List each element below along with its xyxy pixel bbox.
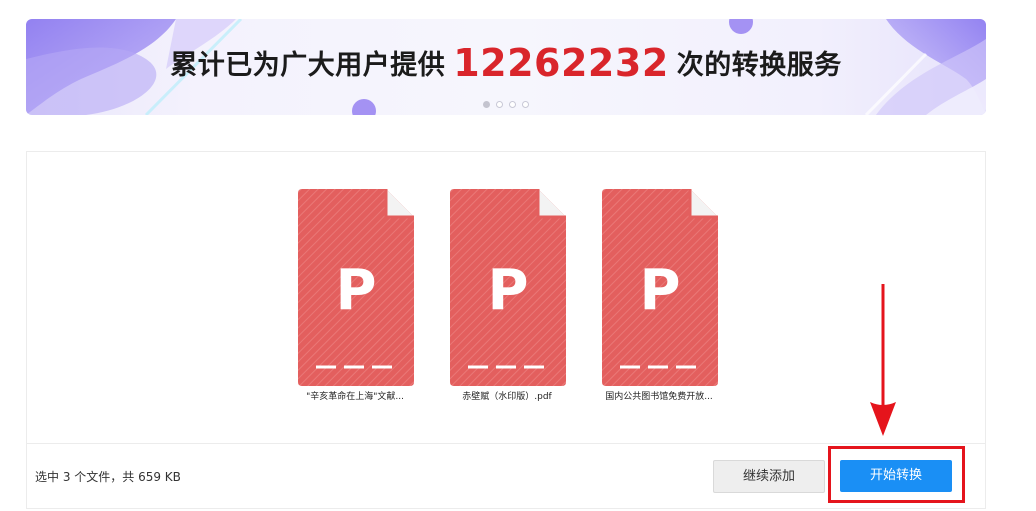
conversion-count: 12262232 — [453, 41, 669, 85]
pdf-file-icon: P — [294, 187, 416, 387]
banner-suffix: 次的转换服务 — [676, 50, 842, 81]
svg-text:P: P — [639, 258, 680, 323]
svg-text:P: P — [487, 258, 528, 323]
selection-summary: 选中 3 个文件，共 659 KB — [35, 470, 181, 484]
carousel-dots — [26, 101, 986, 108]
svg-text:P: P — [335, 258, 376, 323]
banner-prefix: 累计已为广大用户提供 — [170, 50, 446, 81]
carousel-dot[interactable] — [496, 101, 503, 108]
promo-banner[interactable]: 累计已为广大用户提供 12262232 次的转换服务 — [26, 19, 986, 115]
start-convert-button[interactable]: 开始转换 — [840, 460, 952, 492]
pdf-file-icon: P — [446, 187, 568, 387]
carousel-dot[interactable] — [522, 101, 529, 108]
divider — [27, 443, 985, 444]
file-item[interactable]: P "辛亥革命在上海"文献... — [291, 187, 419, 402]
file-item[interactable]: P 赤壁赋（水印版）.pdf — [443, 187, 571, 402]
file-item[interactable]: P 国内公共图书馆免费开放... — [595, 187, 723, 402]
red-arrow-icon — [870, 284, 896, 436]
banner-headline: 累计已为广大用户提供 12262232 次的转换服务 — [26, 39, 986, 85]
file-name: "辛亥革命在上海"文献... — [306, 392, 404, 402]
file-name: 国内公共图书馆免费开放... — [605, 392, 713, 402]
carousel-dot[interactable] — [509, 101, 516, 108]
carousel-dot[interactable] — [483, 101, 490, 108]
pdf-file-icon: P — [598, 187, 720, 387]
add-more-button[interactable]: 继续添加 — [713, 460, 825, 493]
file-name: 赤壁赋（水印版）.pdf — [462, 392, 552, 402]
file-panel: P "辛亥革命在上海"文献... P 赤壁赋（水印版）.pdf P 国内公共图书… — [26, 151, 986, 509]
